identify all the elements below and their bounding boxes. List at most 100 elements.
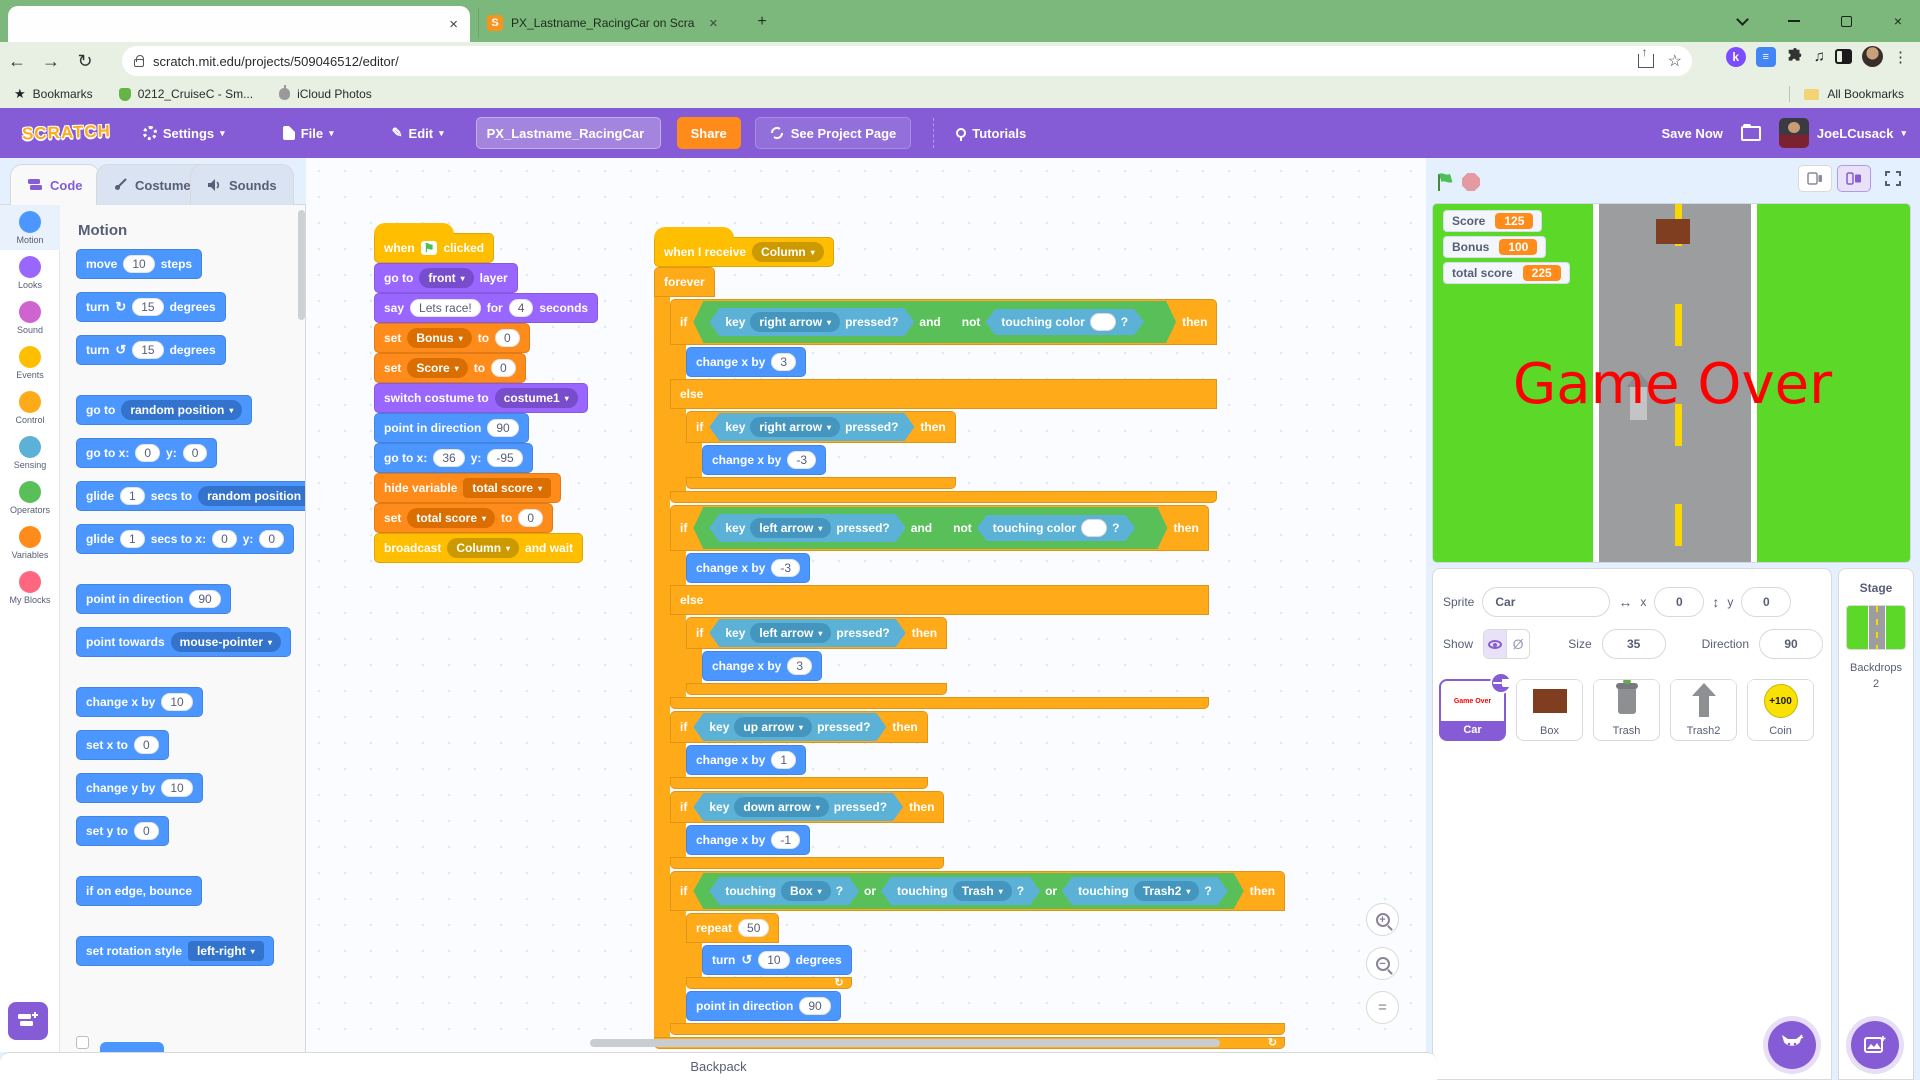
dropdown-field[interactable]: Box▾: [781, 881, 831, 901]
back-icon[interactable]: ←: [0, 51, 34, 72]
block-script[interactable]: when I receiveColumn▾foreverifkeyright a…: [654, 226, 1285, 1049]
boolean-block[interactable]: nottouching color?: [946, 305, 1160, 339]
stack-block[interactable]: go to x:36y:-95: [374, 443, 533, 473]
number-input[interactable]: 0: [495, 329, 520, 347]
sprite-thumbnail-box[interactable]: Box: [1516, 679, 1583, 741]
tab-sounds[interactable]: Sounds: [190, 164, 294, 205]
share-page-icon[interactable]: [1638, 54, 1654, 68]
number-input[interactable]: -3: [787, 451, 816, 469]
stage-selector-panel[interactable]: Stage Backdrops 2: [1838, 568, 1914, 1080]
block-header[interactable]: iftouchingBox▾?ortouchingTrash▾?ortouchi…: [670, 871, 1285, 911]
palette-scrollbar[interactable]: [298, 210, 305, 320]
dropdown-field[interactable]: mouse-pointer▾: [171, 632, 281, 652]
monitor-checkbox[interactable]: [76, 1036, 89, 1049]
refresh-icon[interactable]: ↻: [68, 51, 102, 72]
add-extension-button[interactable]: [8, 1002, 48, 1040]
category-sensing[interactable]: Sensing: [0, 430, 60, 475]
bookmarks-item[interactable]: ★ Bookmarks: [14, 86, 93, 102]
see-project-page-button[interactable]: See Project Page: [755, 117, 912, 149]
number-input[interactable]: 90: [487, 419, 518, 437]
boolean-block[interactable]: touchingTrash2▾?: [1062, 877, 1228, 905]
delete-sprite-button[interactable]: [1490, 672, 1512, 694]
add-backdrop-button[interactable]: [1851, 1021, 1899, 1069]
sprite-direction-input[interactable]: [1759, 629, 1823, 659]
dropdown-field[interactable]: Column▾: [447, 538, 519, 558]
stack-block[interactable]: change x by10: [76, 687, 203, 717]
account-menu[interactable]: JoeLCusack▾: [1779, 118, 1906, 148]
partial-block[interactable]: [100, 1042, 164, 1052]
browser-profile-avatar[interactable]: [1862, 46, 1883, 67]
block-header[interactable]: ifkeyright arrow▾pressed?then: [686, 411, 956, 443]
c-block[interactable]: ifkeyup arrow▾pressed?thenchange x by1: [670, 711, 928, 789]
number-input[interactable]: 36: [433, 449, 464, 467]
browser-tab-blank[interactable]: ×: [8, 6, 470, 42]
all-bookmarks-button[interactable]: All Bookmarks: [1789, 86, 1904, 102]
dropdown-field[interactable]: random position▾: [121, 400, 242, 420]
stack-block[interactable]: setScore▾to0: [374, 353, 526, 383]
boolean-block[interactable]: keyleft arrow▾pressed?: [709, 514, 905, 542]
sprite-thumbnail-trash[interactable]: Trash: [1593, 679, 1660, 741]
tab-search-icon[interactable]: [1720, 0, 1764, 42]
category-operators[interactable]: Operators: [0, 475, 60, 520]
dropdown-field[interactable]: right arrow▾: [750, 312, 840, 332]
dropdown-field[interactable]: up arrow▾: [734, 717, 812, 737]
dropdown-field[interactable]: front▾: [419, 268, 473, 288]
dropdown-field[interactable]: Trash2▾: [1134, 881, 1200, 901]
number-input[interactable]: 0: [183, 444, 208, 462]
c-block[interactable]: iftouchingBox▾?ortouchingTrash▾?ortouchi…: [670, 871, 1285, 1035]
block-header[interactable]: forever: [654, 267, 715, 297]
block-header[interactable]: repeat50: [686, 913, 779, 943]
number-input[interactable]: 0: [134, 822, 159, 840]
close-tab-icon[interactable]: ×: [449, 17, 458, 32]
category-motion[interactable]: Motion: [0, 205, 60, 250]
file-menu[interactable]: File▾: [269, 108, 348, 158]
green-flag-button[interactable]: [1432, 169, 1458, 195]
number-input[interactable]: 3: [787, 657, 812, 675]
backpack-drawer[interactable]: Backpack: [0, 1052, 1437, 1080]
dropdown-field[interactable]: left-right▾: [188, 941, 264, 961]
c-block[interactable]: ifkeyleft arrow▾pressed?andnottouching c…: [670, 505, 1209, 709]
color-input[interactable]: [1090, 313, 1116, 331]
sprite-thumbnail-trash2[interactable]: Trash2: [1670, 679, 1737, 741]
media-list-icon[interactable]: ♫: [1814, 48, 1825, 65]
sprite-size-input[interactable]: [1602, 629, 1666, 659]
large-stage-button[interactable]: [1837, 165, 1871, 192]
extensions-puzzle-icon[interactable]: [1786, 48, 1804, 66]
number-input[interactable]: 90: [799, 997, 830, 1015]
save-now-button[interactable]: Save Now: [1661, 126, 1722, 141]
add-sprite-button[interactable]: [1768, 1021, 1816, 1069]
stack-block[interactable]: hide variabletotal score▾: [374, 473, 561, 503]
close-window-button[interactable]: ×: [1876, 0, 1920, 42]
stack-block[interactable]: change x by1: [686, 745, 806, 775]
hat-block[interactable]: when⚑clicked: [374, 233, 494, 263]
number-input[interactable]: 4: [509, 299, 534, 317]
edit-menu[interactable]: ✎ Edit▾: [378, 108, 458, 158]
stack-block[interactable]: set x to0: [76, 730, 169, 760]
stack-block[interactable]: point in direction90: [686, 991, 841, 1021]
number-input[interactable]: 0: [491, 359, 516, 377]
sprite-thumbnail-coin[interactable]: +100Coin: [1747, 679, 1814, 741]
project-name-input[interactable]: [476, 117, 661, 149]
code-horizontal-scrollbar[interactable]: [590, 1039, 1220, 1047]
restore-button[interactable]: [1824, 0, 1868, 42]
dropdown-field[interactable]: total score▾: [407, 508, 495, 528]
forward-icon[interactable]: →: [34, 51, 68, 72]
dropdown-field[interactable]: random position▾: [198, 486, 306, 506]
minimize-button[interactable]: [1772, 0, 1816, 42]
number-input[interactable]: 0: [135, 444, 160, 462]
c-block[interactable]: ifkeyright arrow▾pressed?thenchange x by…: [686, 411, 956, 489]
block-header[interactable]: ifkeyright arrow▾pressed?andnottouching …: [670, 299, 1217, 345]
number-input[interactable]: 0: [518, 509, 543, 527]
boolean-block[interactable]: touchingBox▾?: [709, 877, 859, 905]
browser-menu-icon[interactable]: ⋮: [1893, 48, 1908, 66]
sprite-name-input[interactable]: [1482, 587, 1610, 617]
stack-block[interactable]: move10steps: [76, 249, 202, 279]
stack-block[interactable]: point in direction90: [76, 584, 231, 614]
number-input[interactable]: 0: [134, 736, 159, 754]
scratch-logo[interactable]: SCRATCH: [22, 121, 112, 144]
backdrop-thumbnail[interactable]: [1846, 605, 1906, 650]
stack-block[interactable]: setBonus▾to0: [374, 323, 530, 353]
c-block[interactable]: ifkeyright arrow▾pressed?andnottouching …: [670, 299, 1217, 503]
boolean-block[interactable]: keyright arrow▾pressed?: [709, 308, 914, 336]
stack-block[interactable]: sayLets race!for4seconds: [374, 293, 598, 323]
